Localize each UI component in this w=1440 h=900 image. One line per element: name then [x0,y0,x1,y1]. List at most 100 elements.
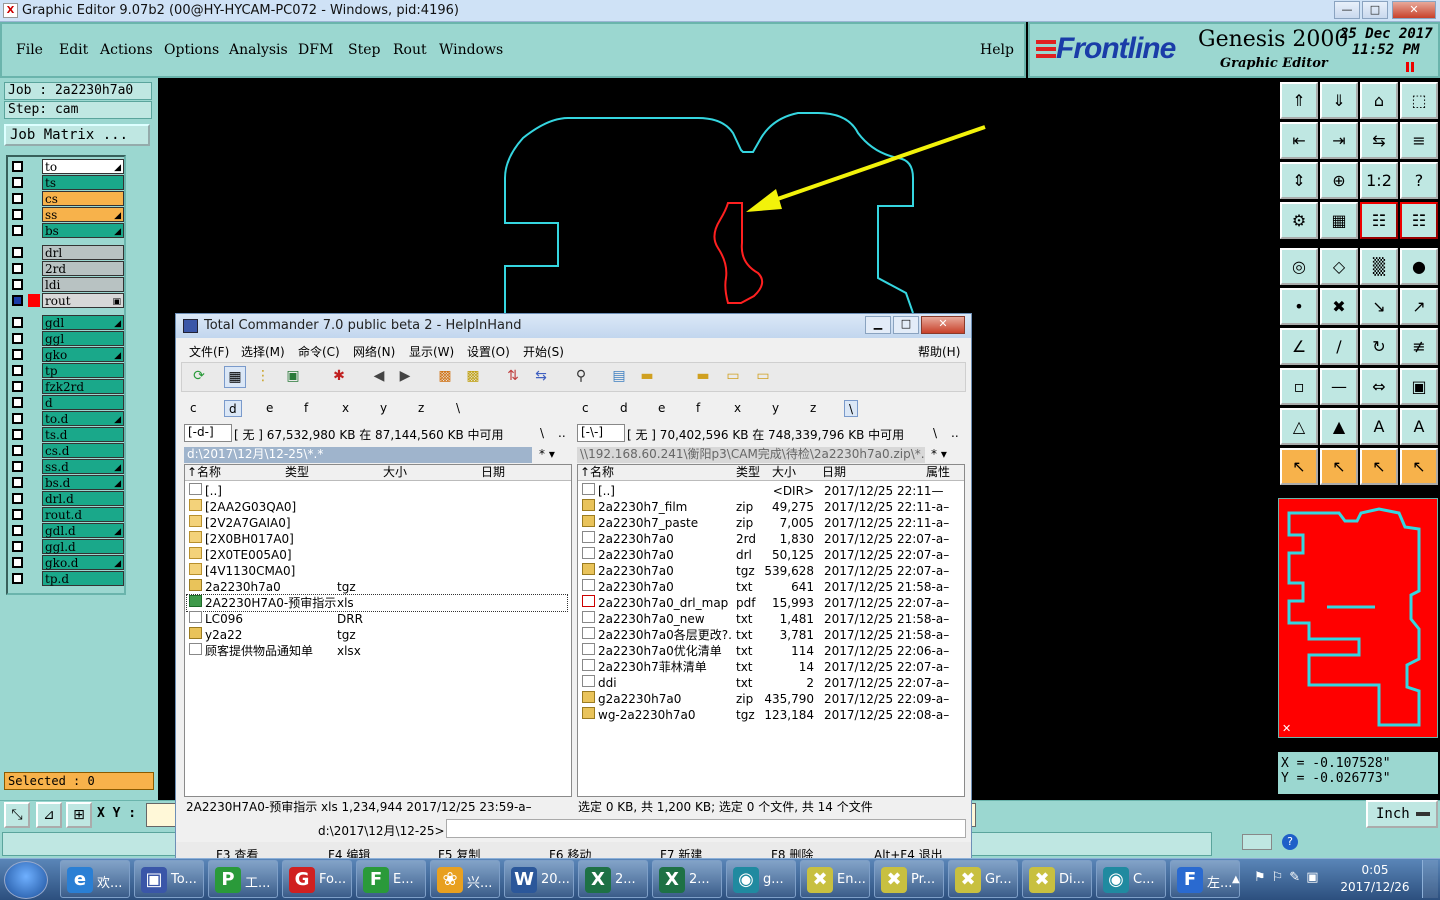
layer-color-swatch[interactable] [28,364,40,377]
file-row[interactable]: y2a22 tgz [187,627,567,643]
tool-button-27[interactable]: ↻ [1360,328,1398,365]
layer-checkbox[interactable] [12,333,23,344]
taskbar-button[interactable]: ✖ Pr... [874,860,944,898]
right-drive-x[interactable]: x [730,400,745,417]
layer-name[interactable]: rout ▣ [42,293,124,308]
tool-button-32[interactable]: ▣ [1400,368,1438,405]
tool-button-29[interactable]: ▫ [1280,368,1318,405]
layer-color-swatch[interactable] [28,246,40,259]
layer-row[interactable]: bs ◢ [10,223,124,238]
layer-row[interactable]: drl.d [10,491,124,506]
menu-dfm[interactable]: DFM [298,42,333,58]
back-icon[interactable]: ◀ [368,366,390,388]
col-name[interactable]: ↑名称 [187,465,221,480]
layer-color-swatch[interactable] [28,476,40,489]
left-drive-d[interactable]: d [224,400,242,417]
layer-checkbox[interactable] [12,177,23,188]
layer-row[interactable]: ts.d [10,427,124,442]
help-icon[interactable]: ? [1282,834,1298,850]
layer-row[interactable]: to.d ◢ [10,411,124,426]
layer-row[interactable]: ss ◢ [10,207,124,222]
maximize-button[interactable]: □ [1362,1,1388,19]
layer-color-swatch[interactable] [28,396,40,409]
command-input[interactable] [446,819,966,838]
select-icon[interactable]: ✱ [328,366,350,388]
tool-button-31[interactable]: ⇔ [1360,368,1398,405]
layer-name[interactable]: drl.d [42,491,124,506]
measure-icon[interactable]: ⊿ [36,802,62,828]
minimap[interactable]: ✕ [1278,498,1438,738]
layer-name[interactable]: ldi [42,277,124,292]
col-type[interactable]: 类型 [285,465,309,480]
tool-button-25[interactable]: ∠ [1280,328,1318,365]
layer-color-swatch[interactable] [28,572,40,585]
menu-step[interactable]: Step [348,42,380,58]
tool-button-16[interactable]: ☷ [1400,202,1438,239]
tool-button-22[interactable]: ✖ [1320,288,1358,325]
left-drive-e[interactable]: e [262,400,277,417]
tool-button-35[interactable]: A [1360,408,1398,445]
tc-menu-file[interactable]: 文件(F) [189,343,229,360]
layer-name[interactable]: gko ◢ [42,347,124,362]
left-root-button[interactable]: \ [540,426,544,440]
layer-row[interactable]: ts [10,175,124,190]
layer-checkbox[interactable] [12,317,23,328]
layer-name[interactable]: ggl [42,331,124,346]
tc-menu-net[interactable]: 网络(N) [353,343,395,360]
folder-icon[interactable]: ▬ [636,366,658,388]
tool-button-21[interactable]: • [1280,288,1318,325]
layer-name[interactable]: ts.d [42,427,124,442]
layer-row[interactable]: drl [10,245,124,260]
forward-icon[interactable]: ▶ [394,366,416,388]
left-history-button[interactable]: * ▾ [536,447,566,463]
layer-name[interactable]: rout.d [42,507,124,522]
layer-color-swatch[interactable] [28,348,40,361]
menu-analysis[interactable]: Analysis [229,42,288,58]
tool-button-7[interactable]: ⇆ [1360,122,1398,159]
keyboard-icon[interactable] [1242,834,1272,850]
tool-button-23[interactable]: ↘ [1360,288,1398,325]
right-path[interactable]: \\192.168.60.241\衡阳p3\CAM完成\待检\2a2230h7a… [577,447,925,463]
right-drive-e[interactable]: e [654,400,669,417]
col-date[interactable]: 日期 [481,465,505,480]
menu-edit[interactable]: Edit [59,42,88,58]
layer-checkbox[interactable] [12,525,23,536]
file-row[interactable]: 2a2230h7a0 txt 641 2017/12/25 21:58-a– [580,579,960,595]
file-row[interactable]: 2A2230H7A0-预审指示 xls [186,594,568,612]
taskbar-button[interactable]: ✖ Di... [1022,860,1092,898]
tc-menu-start[interactable]: 开始(S) [523,343,564,360]
file-row[interactable]: [..] [187,483,567,499]
right-file-panel[interactable]: ↑名称 类型 大小 日期 属性 [..] <DIR> 2017/12/25 22:1… [577,464,965,797]
layer-color-swatch[interactable] [28,262,40,275]
layer-name[interactable]: ss ◢ [42,207,124,222]
col-size[interactable]: 大小 [383,465,407,480]
layer-color-swatch[interactable] [28,428,40,441]
ftp-icon[interactable]: ⇅ [502,366,524,388]
menu-options[interactable]: Options [164,42,219,58]
file-row[interactable]: [4V1130CMA0] [187,563,567,579]
tc-minimize-button[interactable]: ▁ [865,316,891,334]
job-matrix-button[interactable]: Job Matrix ... [4,124,150,146]
layer-checkbox[interactable] [12,381,23,392]
menu-help[interactable]: Help [980,42,1014,58]
layer-row[interactable]: rout ▣ [10,293,124,308]
layer-name[interactable]: d [42,395,124,410]
brief-view-icon[interactable]: ▦ [224,366,246,388]
tool-button-38[interactable]: ↖ [1320,448,1358,485]
layer-checkbox[interactable] [12,557,23,568]
taskbar-button[interactable]: ❀ 兴... [430,860,500,898]
left-file-panel[interactable]: ↑名称 类型 大小 日期 [..] [2AA2G03QA0] [2V2A7GAIA0… [184,464,572,797]
tool-button-1[interactable]: ⇑ [1280,82,1318,119]
layer-color-swatch[interactable] [28,492,40,505]
units-selector[interactable]: Inch [1366,800,1438,828]
layer-color-swatch[interactable] [28,380,40,393]
tool-button-5[interactable]: ⇤ [1280,122,1318,159]
tool-button-17[interactable]: ◎ [1280,248,1318,285]
layer-name[interactable]: ss.d ◢ [42,459,124,474]
file-row[interactable]: 2a2230h7a0 tgz [187,579,567,595]
layer-name[interactable]: fzk2rd [42,379,124,394]
file-row[interactable]: wg-2a2230h7a0 tgz 123,184 2017/12/25 22:08-… [580,707,960,723]
taskbar-button[interactable]: F 左... [1170,860,1240,898]
tc-menu-show[interactable]: 显示(W) [409,343,454,360]
file-row[interactable]: 2a2230h7a0 drl 50,125 2017/12/25 22:07-a– [580,547,960,563]
